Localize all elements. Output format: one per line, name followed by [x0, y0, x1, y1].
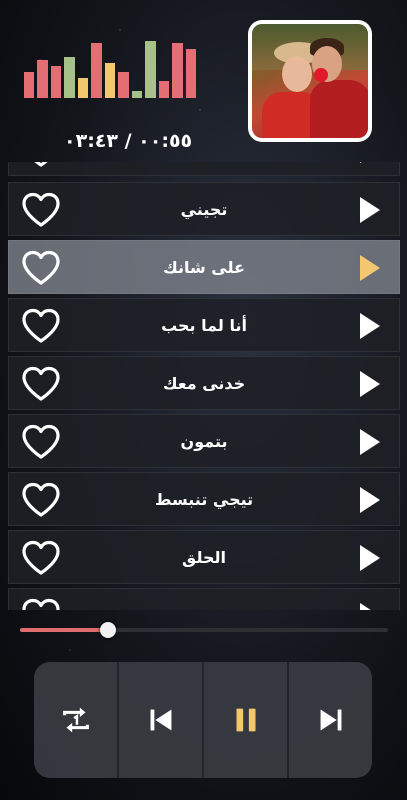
song-title: تجيني: [180, 199, 228, 219]
song-title: خدنى معك: [162, 373, 246, 393]
favorite-heart-icon[interactable]: [21, 192, 61, 228]
repeat-one-icon: [62, 707, 89, 733]
equalizer-bar: [118, 72, 129, 98]
seek-bar[interactable]: [20, 622, 388, 638]
equalizer-bar: [158, 81, 170, 98]
seek-progress-fill: [20, 628, 109, 632]
playback-time: ٠٠:٥٥ / ٠٣:٤٣: [64, 130, 193, 152]
favorite-heart-icon[interactable]: [21, 162, 61, 168]
pause-icon: [236, 708, 255, 732]
song-list-item[interactable]: تيجي تنبسط: [8, 472, 400, 526]
play-icon[interactable]: [359, 196, 381, 224]
pause-button[interactable]: [204, 662, 289, 778]
favorite-heart-icon[interactable]: [21, 366, 61, 402]
favorite-heart-icon[interactable]: [21, 250, 61, 286]
favorite-heart-icon[interactable]: [21, 308, 61, 344]
equalizer-bar: [172, 43, 183, 98]
skip-previous-icon: [150, 709, 171, 731]
song-list-item[interactable]: على شانك: [8, 240, 400, 294]
play-icon[interactable]: [359, 602, 381, 610]
equalizer-bar: [145, 41, 156, 98]
song-title: تيجي تنبسط: [154, 489, 254, 509]
song-list-item[interactable]: بتمون: [8, 414, 400, 468]
next-button[interactable]: [289, 662, 372, 778]
song-title: [69, 162, 339, 175]
equalizer-bar: [50, 66, 62, 98]
song-list[interactable]: تجيني على شانك أنا لما بحب خدنى معك بتمون تيج…: [8, 162, 400, 610]
favorite-heart-icon[interactable]: [21, 424, 61, 460]
song-list-item[interactable]: أنا لما بحب: [8, 298, 400, 352]
skip-next-icon: [320, 709, 341, 731]
equalizer-bar: [91, 43, 102, 98]
album-cover-image: [252, 24, 368, 138]
equalizer-bar: [37, 60, 48, 98]
song-title: أنا لما بحب: [161, 315, 247, 335]
album-art: [248, 20, 372, 142]
repeat-one-button[interactable]: [34, 662, 119, 778]
play-icon[interactable]: [359, 428, 381, 456]
song-list-item[interactable]: الحلق: [8, 530, 400, 584]
equalizer-bar: [24, 72, 35, 98]
play-icon[interactable]: [359, 254, 381, 282]
song-list-item[interactable]: [8, 162, 400, 176]
song-list-item[interactable]: خدنى معك: [8, 356, 400, 410]
song-title: على شانك: [163, 257, 245, 277]
equalizer-bar: [64, 57, 75, 98]
favorite-heart-icon[interactable]: [21, 598, 61, 610]
equalizer-bar: [185, 49, 197, 98]
play-icon[interactable]: [359, 370, 381, 398]
playback-controls: [34, 662, 372, 778]
equalizer-bar: [104, 63, 116, 98]
equalizer-bar: [77, 78, 89, 98]
equalizer-bar: [131, 91, 143, 98]
equalizer-visualizer: [24, 40, 197, 98]
song-title: [69, 589, 339, 610]
play-icon[interactable]: [359, 162, 381, 164]
song-list-item[interactable]: تجيني: [8, 182, 400, 236]
song-title: الحلق: [182, 547, 226, 567]
seek-knob[interactable]: [100, 622, 117, 638]
favorite-heart-icon[interactable]: [21, 540, 61, 576]
play-icon[interactable]: [359, 312, 381, 340]
previous-button[interactable]: [119, 662, 204, 778]
play-icon[interactable]: [359, 544, 381, 572]
play-icon[interactable]: [359, 486, 381, 514]
song-title: بتمون: [180, 431, 228, 451]
favorite-heart-icon[interactable]: [21, 482, 61, 518]
song-list-item[interactable]: [8, 588, 400, 610]
